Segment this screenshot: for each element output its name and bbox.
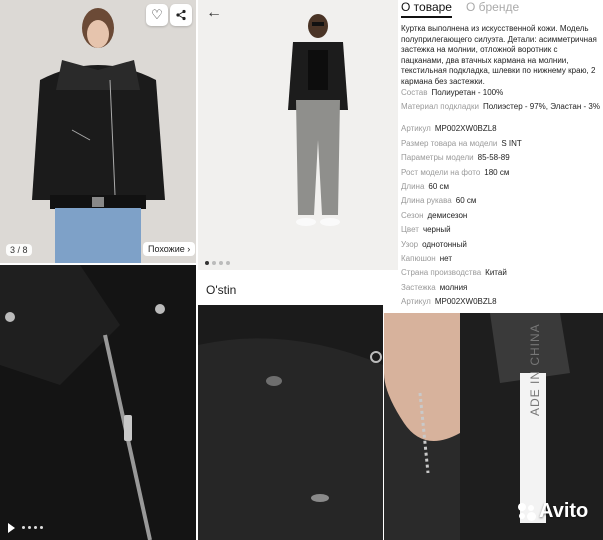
product-photo-front[interactable]: ♡ 3 / 8 Похожие › [0,0,196,263]
product-photo-defect[interactable] [198,305,383,540]
photo-counter: 3 / 8 [6,244,32,256]
spec-row: Артикул MP002XW0BZL8 [401,297,497,307]
spec-row: Застежка молния [401,282,468,292]
product-description: Куртка выполнена из искусственной кожи. … [401,24,597,86]
info-tabs: О товаре О бренде [401,0,519,18]
defect-closeup-illustration [198,305,383,540]
product-photo-chain[interactable] [384,313,460,540]
carousel-dot[interactable] [219,261,223,265]
similar-button[interactable]: Похожие › [143,242,196,256]
avito-logo-icon [518,502,536,521]
spec-row: Состав Полиуретан - 100% [401,88,504,97]
favorite-button[interactable]: ♡ [146,4,168,26]
model-photo-illustration [0,0,196,263]
product-info-panel: О товаре О бренде Куртка выполнена из ис… [398,0,603,313]
arrow-left-icon[interactable]: ← [206,4,222,22]
video-progress-dots [22,526,43,529]
spec-row: Размер товара на модели S INT [401,138,522,148]
spec-row: Рост модели на фото 180 см [401,167,510,177]
spec-row: Длина 60 см [401,181,450,191]
carousel-dot[interactable] [226,261,230,265]
share-icon [176,9,186,21]
carousel-dots [205,261,230,265]
spec-row: Артикул MP002XW0BZL8 [401,124,497,134]
chain-closeup-illustration [384,313,460,540]
product-photo-full[interactable]: ← [198,0,398,270]
avito-wordmark: Avito [539,500,589,522]
carousel-dot[interactable] [205,261,209,265]
spec-row: Длина рукава 60 см [401,196,477,206]
brand-name[interactable]: O'stin [206,283,236,297]
spec-list: Состав Полиуретан - 100% Материал подклад… [401,88,601,311]
avito-watermark: Avito [518,500,588,523]
carousel-dot[interactable] [212,261,216,265]
spec-row: Цвет черный [401,225,451,235]
share-button[interactable] [170,4,192,26]
product-photo-zipper[interactable] [0,265,196,540]
tab-about-brand[interactable]: О бренде [466,0,519,18]
label-tag-text: ADE IN CHINA [528,323,542,416]
spec-row: Капюшон нет [401,253,452,263]
zipper-closeup-illustration [0,265,196,540]
model-full-illustration [198,0,398,270]
brand-strip[interactable]: O'stin [198,276,398,304]
tab-about-product[interactable]: О товаре [401,0,452,18]
spec-row: Материал подкладки Полиэстер - 97%, Эласт… [401,102,600,112]
heart-icon: ♡ [151,7,163,22]
spec-row: Узор однотонный [401,239,467,249]
play-icon[interactable] [8,523,15,533]
spec-row: Параметры модели 85-58-89 [401,153,510,163]
spec-row: Сезон демисезон [401,210,468,220]
spec-row: Страна производства Китай [401,268,507,278]
